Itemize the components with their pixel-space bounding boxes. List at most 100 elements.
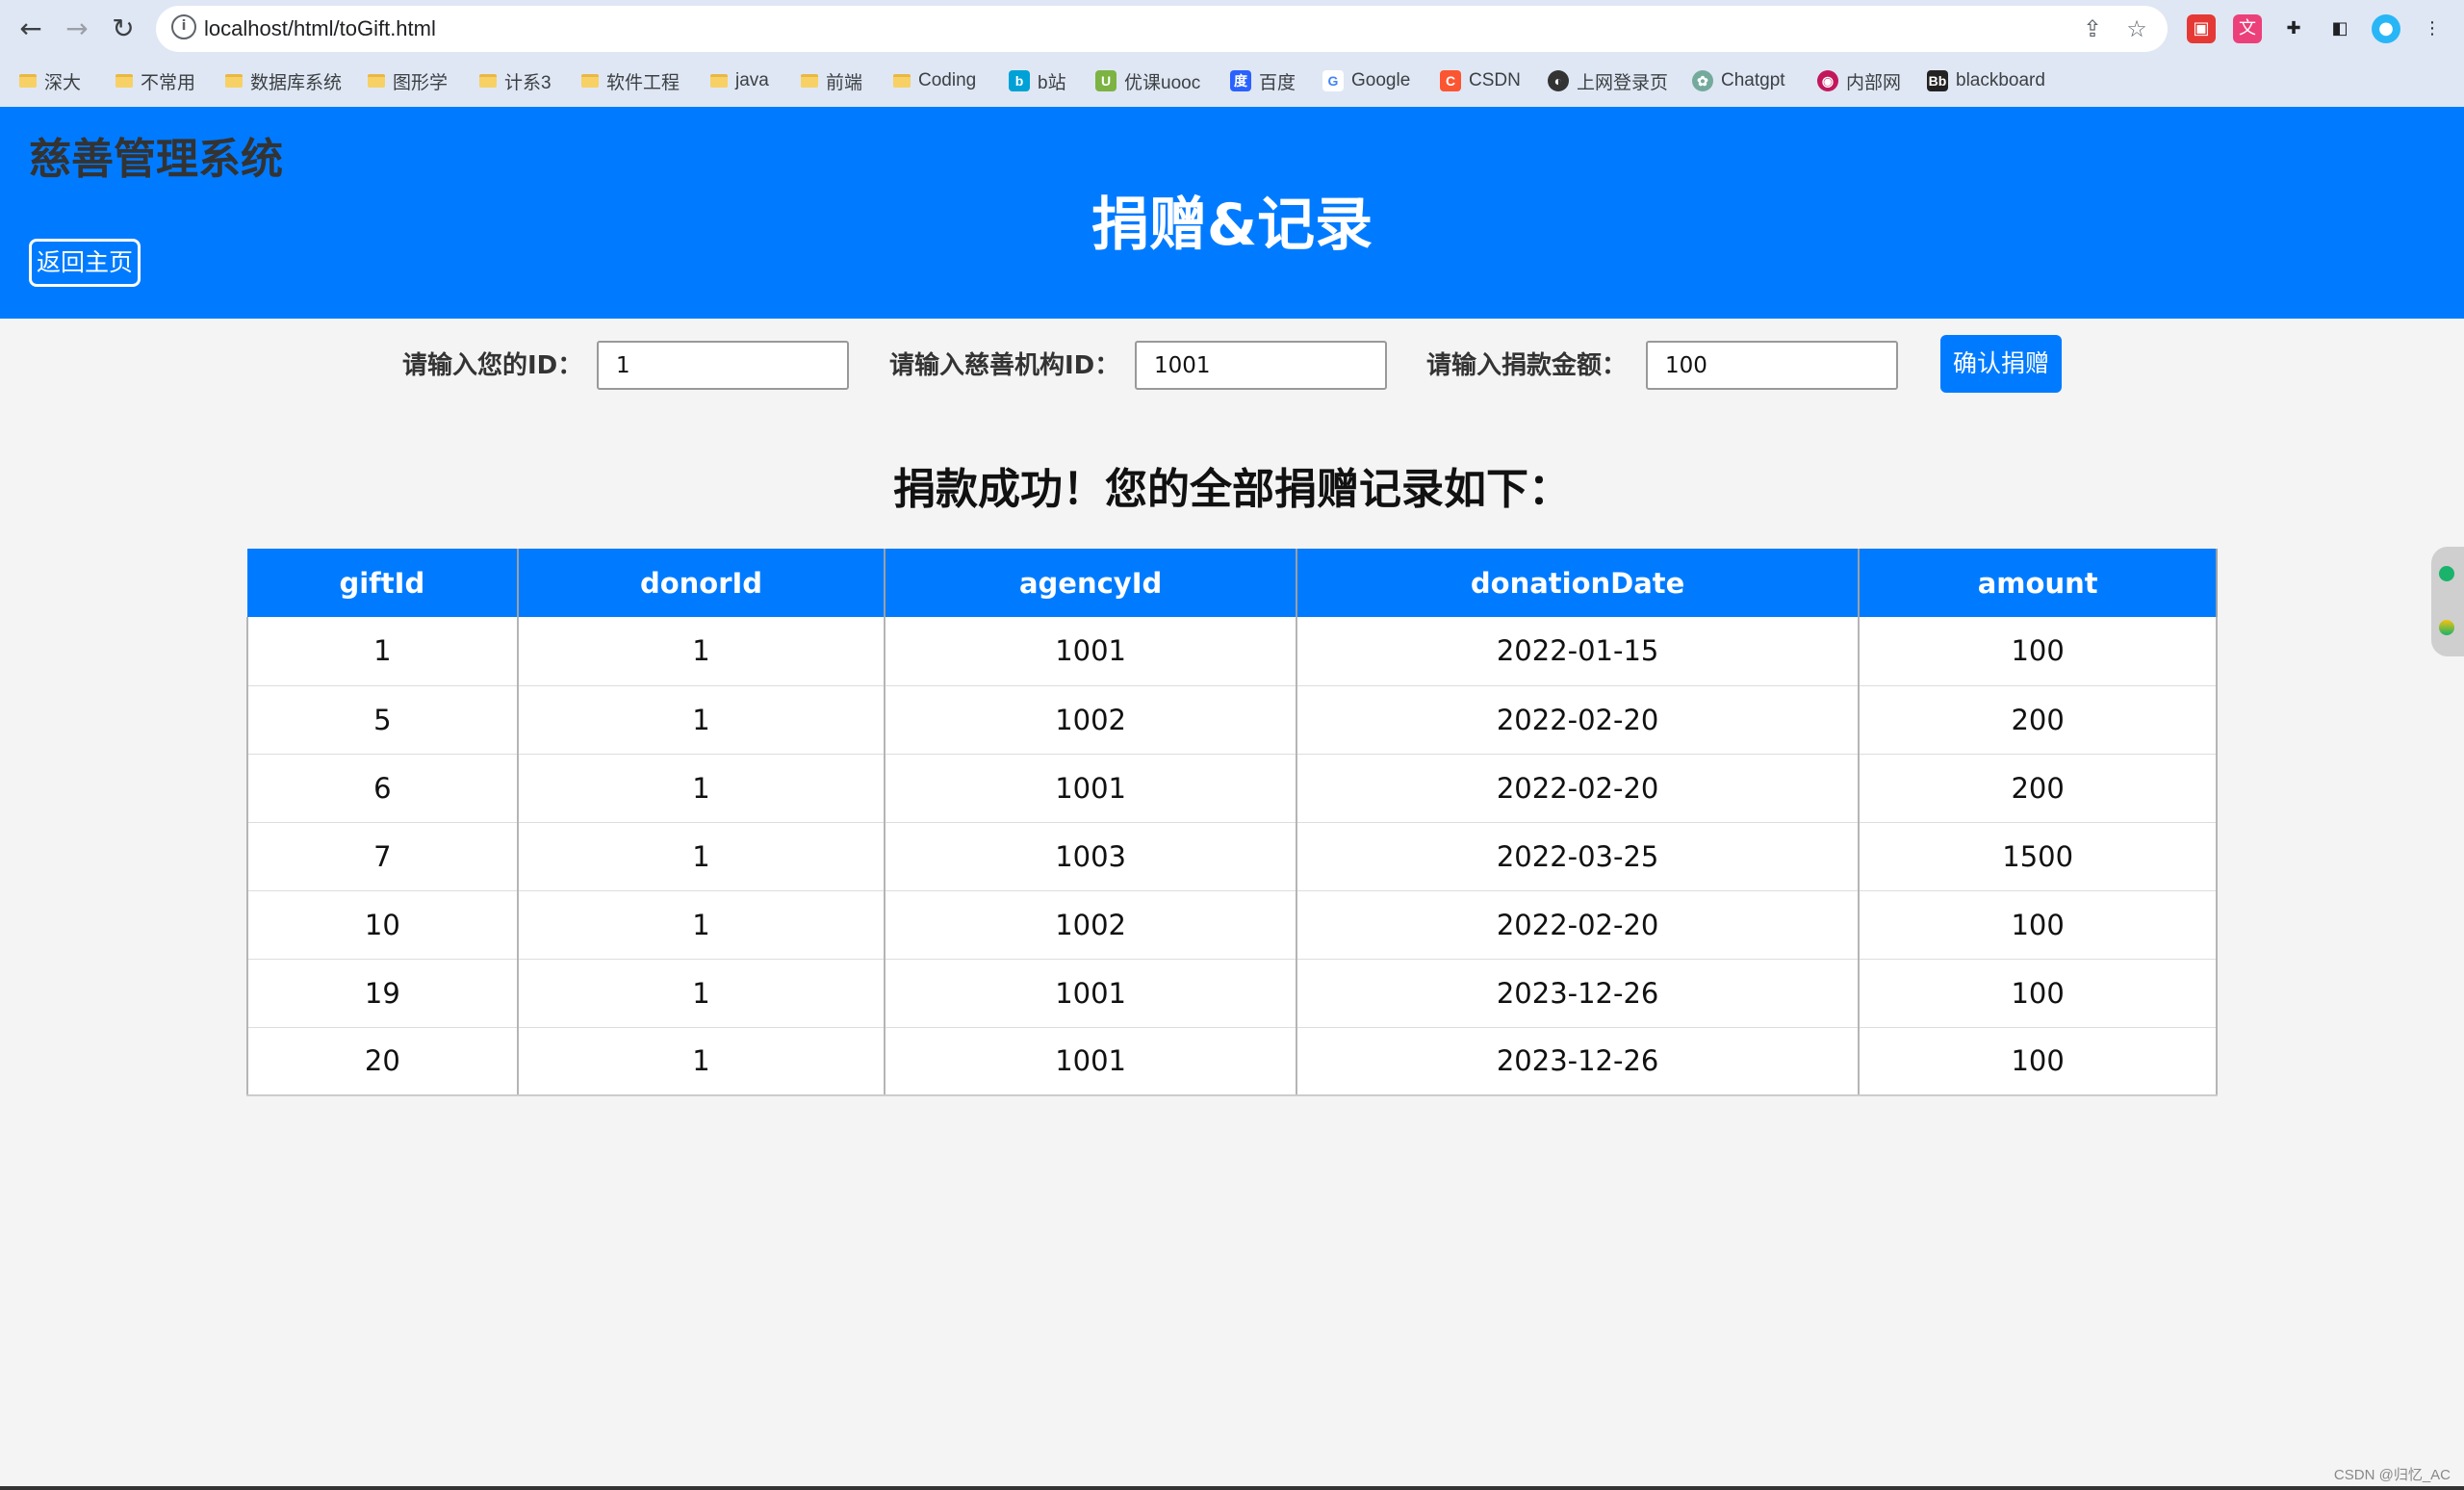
intranet-icon: ◉ [1817, 70, 1838, 91]
cell-agencyid: 1001 [885, 1027, 1297, 1096]
bookmark-item[interactable]: ✿ Chatgpt [1692, 65, 1785, 96]
system-name: 慈善管理系统 [29, 135, 283, 184]
bookmark-item[interactable]: 度百度 [1230, 65, 1296, 96]
reload-icon[interactable]: ↻ [106, 12, 141, 46]
floating-side-widget[interactable] [2431, 547, 2464, 656]
cell-donationdate: 2022-02-20 [1296, 754, 1861, 823]
folder-icon [893, 74, 911, 88]
cell-amount: 100 [1859, 959, 2218, 1028]
gradient-dot-icon [2439, 620, 2454, 635]
cell-donorid: 1 [517, 1027, 886, 1096]
back-arrow-icon[interactable]: ← [13, 12, 48, 46]
cell-amount: 100 [1859, 890, 2218, 960]
bookmark-item[interactable]: java [710, 65, 769, 96]
cell-amount: 1500 [1859, 822, 2218, 891]
cell-amount: 100 [1859, 617, 2218, 686]
bookmark-item[interactable]: 软件工程 [581, 65, 680, 96]
page-header: 慈善管理系统 捐赠&记录 返回主页 [0, 107, 2464, 319]
folder-icon [116, 74, 133, 88]
globe-icon: ◐ [1548, 70, 1569, 91]
bookmark-item[interactable]: 计系3 [479, 65, 552, 96]
cell-giftid: 10 [246, 890, 519, 960]
cell-giftid: 20 [246, 1027, 519, 1096]
agency-id-label: 请输入慈善机构ID： [889, 351, 1120, 380]
cell-donationdate: 2022-02-20 [1296, 890, 1861, 960]
cell-donationdate: 2022-03-25 [1296, 822, 1861, 891]
column-header-donorid: donorId [517, 549, 886, 617]
bookmark-item[interactable]: G Google [1322, 65, 1410, 96]
cell-donorid: 1 [517, 617, 886, 686]
column-header-giftid: giftId [247, 549, 519, 617]
bookmark-item[interactable]: ◉ 内部网 [1817, 65, 1901, 96]
site-info-icon[interactable]: i [171, 14, 196, 39]
cell-agencyid: 1002 [885, 890, 1297, 960]
column-header-donationdate: donationDate [1296, 549, 1861, 617]
forward-arrow-icon[interactable]: → [60, 12, 94, 46]
page-title: 捐赠&记录 [1091, 192, 1373, 259]
bookmark-item[interactable]: U 优课uooc [1095, 65, 1200, 96]
bookmark-item[interactable]: C CSDN [1440, 65, 1521, 96]
extension-translate-icon[interactable]: 文 [2233, 14, 2262, 43]
agency-id-input[interactable] [1135, 341, 1387, 390]
url-text[interactable]: localhost/html/toGift.html [204, 16, 436, 41]
table-row: 7 1 1003 2022-03-25 1500 [246, 822, 2218, 891]
cell-agencyid: 1002 [885, 685, 1297, 755]
cell-agencyid: 1001 [885, 617, 1297, 686]
profile-avatar-icon[interactable]: ● [2372, 14, 2400, 43]
bookmark-item[interactable]: 前端 [801, 65, 862, 96]
browser-chrome: ← → ↻ i localhost/html/toGift.html ⇪ ☆ ▣… [0, 0, 2464, 107]
extension-red-icon[interactable]: ▣ [2187, 14, 2216, 43]
donor-id-input[interactable] [597, 341, 849, 390]
menu-dots-icon[interactable]: ⋮ [2418, 14, 2447, 43]
bookmark-item[interactable]: Bb blackboard [1927, 65, 2045, 96]
table-row: 6 1 1001 2022-02-20 200 [246, 754, 2218, 823]
amount-input[interactable] [1646, 341, 1898, 390]
donor-id-label: 请输入您的ID： [402, 351, 583, 380]
bookmark-item[interactable]: b b站 [1009, 65, 1066, 96]
cell-amount: 100 [1859, 1027, 2218, 1096]
amount-label: 请输入捐款金额： [1426, 351, 1628, 380]
uooc-icon: U [1095, 70, 1116, 91]
table-row: 20 1 1001 2023-12-26 100 [246, 1027, 2218, 1096]
table-row: 5 1 1002 2022-02-20 200 [246, 685, 2218, 755]
folder-icon [19, 74, 37, 88]
share-icon[interactable]: ⇪ [2079, 15, 2106, 42]
donation-form: 请输入您的ID： 请输入慈善机构ID： 请输入捐款金额： 确认捐赠 [0, 327, 2464, 395]
extensions-puzzle-icon[interactable]: ✚ [2279, 14, 2308, 43]
chatgpt-icon: ✿ [1692, 70, 1713, 91]
column-header-amount: amount [1859, 549, 2218, 617]
folder-icon [368, 74, 385, 88]
bookmark-star-icon[interactable]: ☆ [2123, 15, 2150, 42]
table-row: 10 1 1002 2022-02-20 100 [246, 890, 2218, 960]
csdn-icon: C [1440, 70, 1461, 91]
bookmark-item[interactable]: 图形学 [368, 65, 448, 96]
cell-giftid: 6 [246, 754, 519, 823]
bottom-edge [0, 1486, 2464, 1490]
cell-amount: 200 [1859, 754, 2218, 823]
cell-donationdate: 2023-12-26 [1296, 959, 1861, 1028]
cell-donationdate: 2022-02-20 [1296, 685, 1861, 755]
column-header-agencyid: agencyId [885, 549, 1297, 617]
table-header-row: giftId donorId agencyId donationDate amo… [247, 549, 2218, 617]
bookmark-item[interactable]: 不常用 [116, 65, 195, 96]
table-row: 1 1 1001 2022-01-15 100 [246, 617, 2218, 686]
donation-records-table: giftId donorId agencyId donationDate amo… [246, 549, 2218, 1096]
address-bar[interactable]: i localhost/html/toGift.html ⇪ ☆ [156, 6, 2168, 52]
bookmark-item[interactable]: 深大 [19, 65, 81, 96]
cell-donorid: 1 [517, 754, 886, 823]
folder-icon [225, 74, 243, 88]
folder-icon [801, 74, 818, 88]
cell-donationdate: 2023-12-26 [1296, 1027, 1861, 1096]
blackboard-icon: Bb [1927, 70, 1948, 91]
bookmark-item[interactable]: 数据库系统 [225, 65, 342, 96]
google-icon: G [1322, 70, 1344, 91]
side-panel-icon[interactable]: ◧ [2325, 14, 2354, 43]
back-home-button[interactable]: 返回主页 [29, 239, 141, 287]
folder-icon [581, 74, 599, 88]
bilibili-icon: b [1009, 70, 1030, 91]
cell-agencyid: 1001 [885, 754, 1297, 823]
confirm-donation-button[interactable]: 确认捐赠 [1940, 335, 2062, 393]
bookmark-item[interactable]: Coding [893, 65, 976, 96]
bookmark-item[interactable]: ◐ 上网登录页 [1548, 65, 1668, 96]
cell-donorid: 1 [517, 822, 886, 891]
